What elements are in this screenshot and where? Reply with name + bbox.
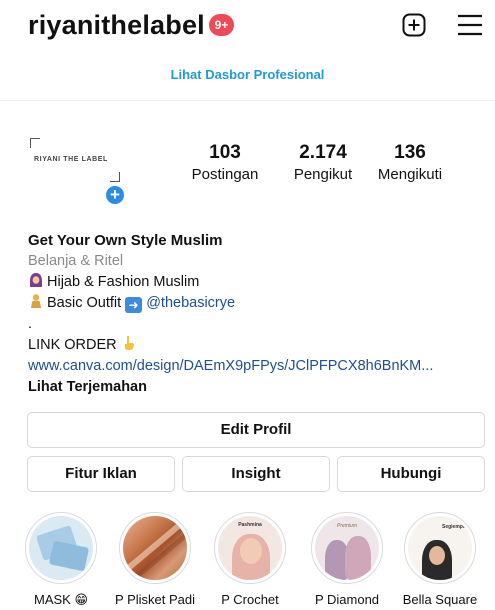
highlight-ring: Premium: [311, 512, 383, 584]
stat-following[interactable]: 136 Mengikuti: [370, 142, 450, 183]
menu-icon[interactable]: [457, 14, 483, 36]
see-translation-link[interactable]: Lihat Terjemahan: [28, 377, 478, 398]
highlight-label: P Plisket Padi: [115, 592, 195, 607]
contact-button[interactable]: Hubungi: [337, 456, 485, 492]
ad-tools-button[interactable]: Fitur Iklan: [27, 456, 175, 492]
new-post-icon[interactable]: [402, 13, 426, 37]
stat-posts[interactable]: 103 Postingan: [185, 142, 265, 183]
highlight-plisket-padi[interactable]: P Plisket Padi: [110, 512, 200, 607]
bio-line: Basic Outfit ➜ @thebasicrye: [28, 293, 478, 314]
divider: [0, 100, 495, 101]
cover-text: Pashmina: [238, 522, 262, 528]
highlight-label: P Crochet: [221, 592, 279, 607]
highlight-label: MASK 😁: [33, 592, 88, 607]
avatar[interactable]: RIYANI THE LABEL +: [30, 138, 130, 208]
bio-line: LINK ORDER: [28, 335, 478, 356]
posts-count: 103: [209, 142, 241, 163]
bio-mention[interactable]: @thebasicrye: [146, 295, 235, 311]
highlight-label: Bella Square: [402, 592, 478, 607]
person-icon: [31, 294, 41, 308]
bio-category[interactable]: Belanja & Ritel: [28, 251, 478, 272]
notification-badge[interactable]: 9+: [209, 14, 234, 36]
username[interactable]: riyanithelabel: [28, 10, 205, 41]
bio-dot: .: [28, 316, 33, 332]
insights-button[interactable]: Insight: [182, 456, 330, 492]
edit-profile-button[interactable]: Edit Profil: [27, 412, 485, 448]
followers-count: 2.174: [299, 142, 347, 163]
avatar-logo: RIYANI THE LABEL: [30, 138, 120, 182]
logo-corner: [30, 138, 40, 148]
highlight-ring: [119, 512, 191, 584]
avatar-brand-text: RIYANI THE LABEL: [34, 156, 108, 163]
bio-line-2: Basic Outfit: [47, 295, 122, 311]
highlight-cover: Premium: [315, 516, 379, 580]
following-label: Mengikuti: [377, 166, 443, 183]
logo-corner: [110, 172, 120, 182]
bio-line-1: Hijab & Fashion Muslim: [47, 274, 200, 290]
add-story-button[interactable]: +: [104, 184, 126, 206]
model-shape: [240, 538, 262, 564]
story-highlights: MASK 😁 P Plisket Padi Pashmina P Crochet…: [0, 512, 495, 610]
highlight-cover: [29, 516, 93, 580]
highlight-ring: Pashmina: [214, 512, 286, 584]
stat-followers[interactable]: 2.174 Pengikut: [283, 142, 363, 183]
following-count: 136: [394, 142, 426, 163]
bio-name: Get Your Own Style Muslim: [28, 232, 223, 249]
arrow-right-icon: ➜: [125, 297, 143, 313]
highlight-bella-square[interactable]: Segiempat Bella Square: [395, 512, 485, 607]
highlight-cover: [123, 516, 187, 580]
cover-text: Premium: [336, 523, 357, 529]
bio-line: Hijab & Fashion Muslim: [28, 272, 478, 293]
bio-url[interactable]: www.canva.com/design/DAEmX9pFPys/JClPFPC…: [28, 356, 478, 377]
highlight-diamond[interactable]: Premium P Diamond: [302, 512, 392, 607]
cover-text: Segiempat: [442, 524, 468, 530]
highlight-crochet[interactable]: Pashmina P Crochet: [205, 512, 295, 607]
link-order-label: LINK ORDER: [28, 337, 117, 353]
highlight-ring: Segiempat: [404, 512, 476, 584]
model-shape: [345, 536, 371, 580]
highlight-label: P Diamond: [314, 592, 380, 607]
highlight-mask[interactable]: MASK 😁: [16, 512, 106, 608]
top-bar: riyanithelabel 9+: [0, 0, 495, 52]
highlight-ring: [25, 512, 97, 584]
posts-label: Postingan: [191, 166, 259, 183]
woman-hijab-icon: [30, 273, 42, 287]
bio: Get Your Own Style Muslim Belanja & Rite…: [28, 230, 478, 398]
model-shape: [429, 546, 445, 565]
highlight-cover: Pashmina: [218, 516, 282, 580]
followers-label: Pengikut: [293, 166, 353, 183]
professional-dashboard-link[interactable]: Lihat Dasbor Profesional: [0, 67, 495, 82]
pointing-down-icon: [124, 336, 134, 350]
highlight-cover: Segiempat: [408, 516, 472, 580]
mask-shape: [48, 540, 90, 572]
